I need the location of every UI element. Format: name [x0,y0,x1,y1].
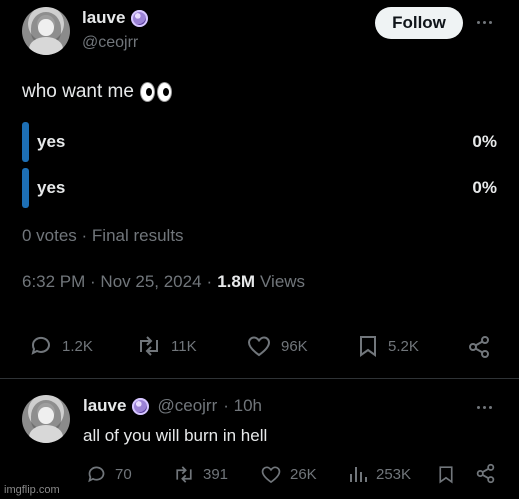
author-handle[interactable]: @ceojrr [82,34,138,52]
like-button[interactable]: 96K [246,334,308,358]
repost-icon [140,336,158,356]
poll-option-percent: 0% [472,132,497,151]
heart-icon [261,466,281,484]
post-timestamp[interactable]: 6:32 PM · Nov 25, 2024 [22,272,202,292]
reply-repost-button[interactable]: 391 [173,464,228,485]
more-options-icon[interactable] [477,21,492,24]
poll-option-bar [22,168,29,208]
bookmark-icon [360,336,376,357]
eyes-emoji-icon [139,82,172,102]
like-count: 96K [281,337,308,355]
reply-views-count: 253K [376,465,412,483]
bookmark-button[interactable]: 5.2K [357,334,419,358]
reply-author-display-name[interactable]: lauve [83,396,126,416]
bookmark-icon [439,466,453,484]
views-separator: · [206,272,213,291]
repost-icon [176,466,192,483]
poll-option-bar [22,122,29,162]
reply-views-button[interactable]: 253K [348,464,411,484]
reply-author-handle[interactable]: @ceojrr [157,396,217,416]
post-text: who want me [22,81,134,102]
reply-more-options-icon[interactable] [477,406,492,409]
reply-button[interactable]: 1.2K [29,334,93,358]
reply-icon [31,336,50,355]
poll-option-percent: 0% [472,178,497,197]
reply-reply-count: 70 [115,466,132,483]
follow-button[interactable]: Follow [375,7,463,39]
author-display-name[interactable]: lauve [82,8,125,28]
reply-repost-count: 391 [203,466,229,483]
poll-summary: 0 votes · Final results [22,226,184,245]
views-label: Views [260,272,306,291]
reply-icon [88,466,105,483]
author-avatar[interactable] [22,7,70,55]
views-count: 1.8M [217,272,256,291]
verified-badge-icon [131,9,149,27]
section-divider [0,378,519,379]
watermark: imgflip.com [4,484,60,496]
share-icon [476,463,495,484]
share-icon [469,336,489,358]
reply-bookmark-button[interactable] [437,464,455,485]
reply-count: 1.2K [62,337,93,355]
reply-like-button[interactable]: 26K [260,464,317,485]
reply-timestamp[interactable]: · 10h [223,396,262,416]
bookmark-count: 5.2K [388,337,419,355]
reply-like-count: 26K [290,466,317,483]
verified-badge-icon [132,397,150,415]
analytics-icon [350,467,367,482]
repost-count: 11K [171,337,197,355]
reply-author-avatar[interactable] [22,395,70,443]
repost-button[interactable]: 11K [136,334,197,358]
reply-text: all of you will burn in hell [83,426,268,445]
poll-option-label: yes [37,178,66,197]
reply-share-button[interactable] [475,462,496,485]
heart-icon [247,336,271,357]
share-button[interactable] [467,334,491,360]
poll-option-label: yes [37,132,66,151]
reply-reply-button[interactable]: 70 [86,464,132,485]
